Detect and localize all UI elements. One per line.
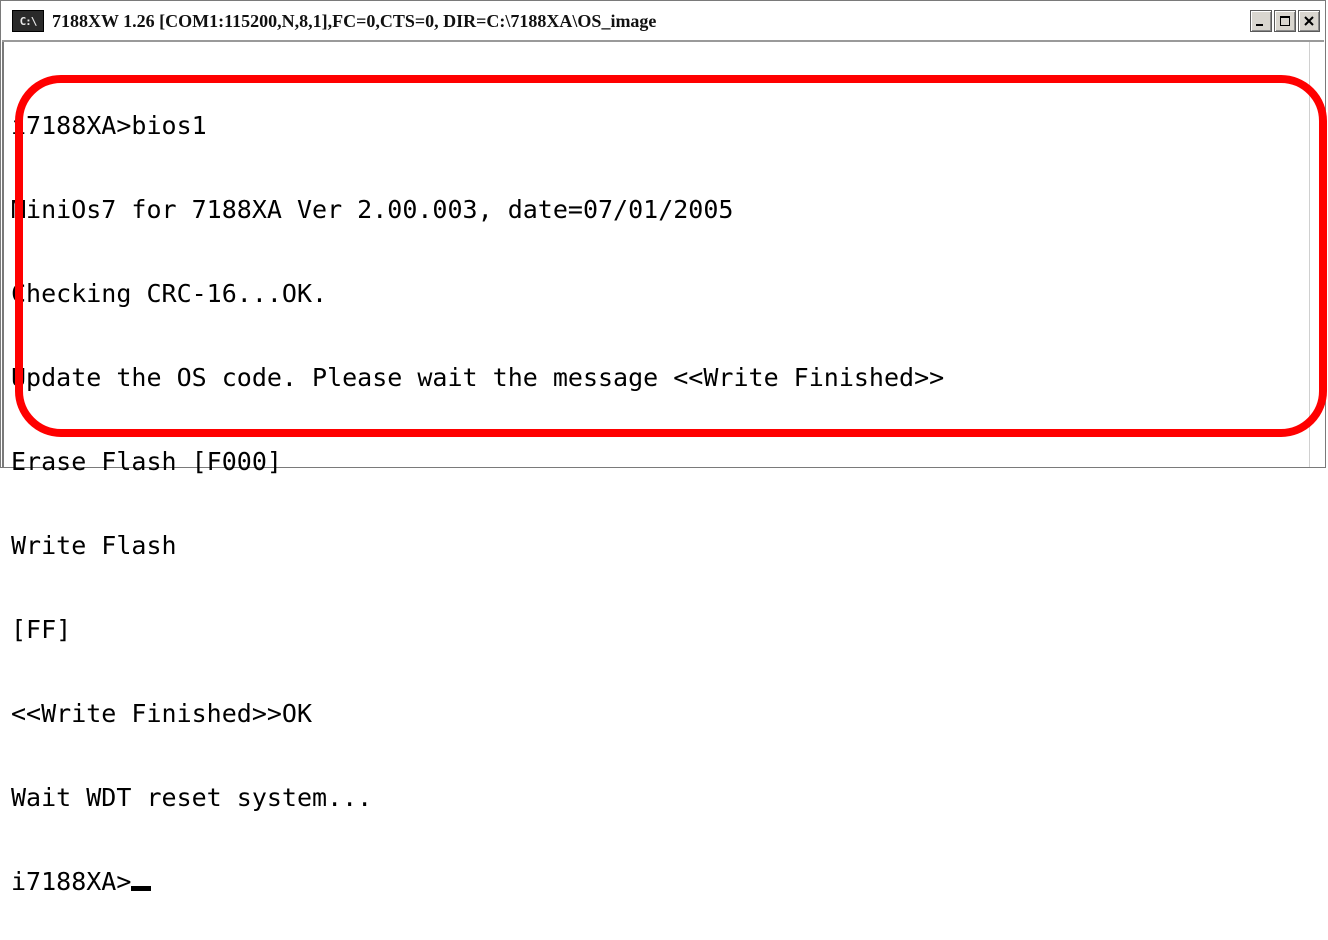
- maximize-button[interactable]: [1274, 10, 1296, 32]
- close-button[interactable]: [1298, 10, 1320, 32]
- console-icon[interactable]: C:\: [12, 10, 44, 32]
- window-controls: [1250, 10, 1320, 32]
- console-line: MiniOs7 for 7188XA Ver 2.00.003, date=07…: [11, 195, 734, 224]
- window-title: 7188XW 1.26 [COM1:115200,N,8,1],FC=0,CTS…: [52, 10, 657, 31]
- prompt-text: i7188XA>: [11, 867, 132, 896]
- console-line: Checking CRC-16...OK.: [11, 279, 328, 308]
- text-cursor: [131, 886, 152, 891]
- terminal-window: C:\ 7188XW 1.26 [COM1:115200,N,8,1],FC=0…: [0, 0, 1327, 896]
- console-line: <<Write Finished>>OK: [11, 699, 313, 728]
- vertical-scrollbar[interactable]: [1309, 42, 1324, 467]
- minimize-icon: [1256, 24, 1263, 26]
- console-line: Write Flash: [11, 531, 177, 560]
- console-icon-label: C:\: [19, 14, 38, 28]
- prompt-line: i7188XA>: [11, 868, 944, 896]
- console-line: Wait WDT reset system...: [11, 783, 373, 812]
- maximize-icon: [1280, 16, 1290, 26]
- title-bar[interactable]: C:\ 7188XW 1.26 [COM1:115200,N,8,1],FC=0…: [2, 2, 1324, 42]
- console-line: Erase Flash [F000]: [11, 447, 282, 476]
- console-line: Update the OS code. Please wait the mess…: [11, 363, 945, 392]
- minimize-button[interactable]: [1250, 10, 1272, 32]
- console-output: i7188XA>bios1 MiniOs7 for 7188XA Ver 2.0…: [11, 56, 944, 940]
- console-line: [FF]: [11, 615, 72, 644]
- console-line: i7188XA>bios1: [11, 111, 207, 140]
- close-icon: [1304, 16, 1314, 26]
